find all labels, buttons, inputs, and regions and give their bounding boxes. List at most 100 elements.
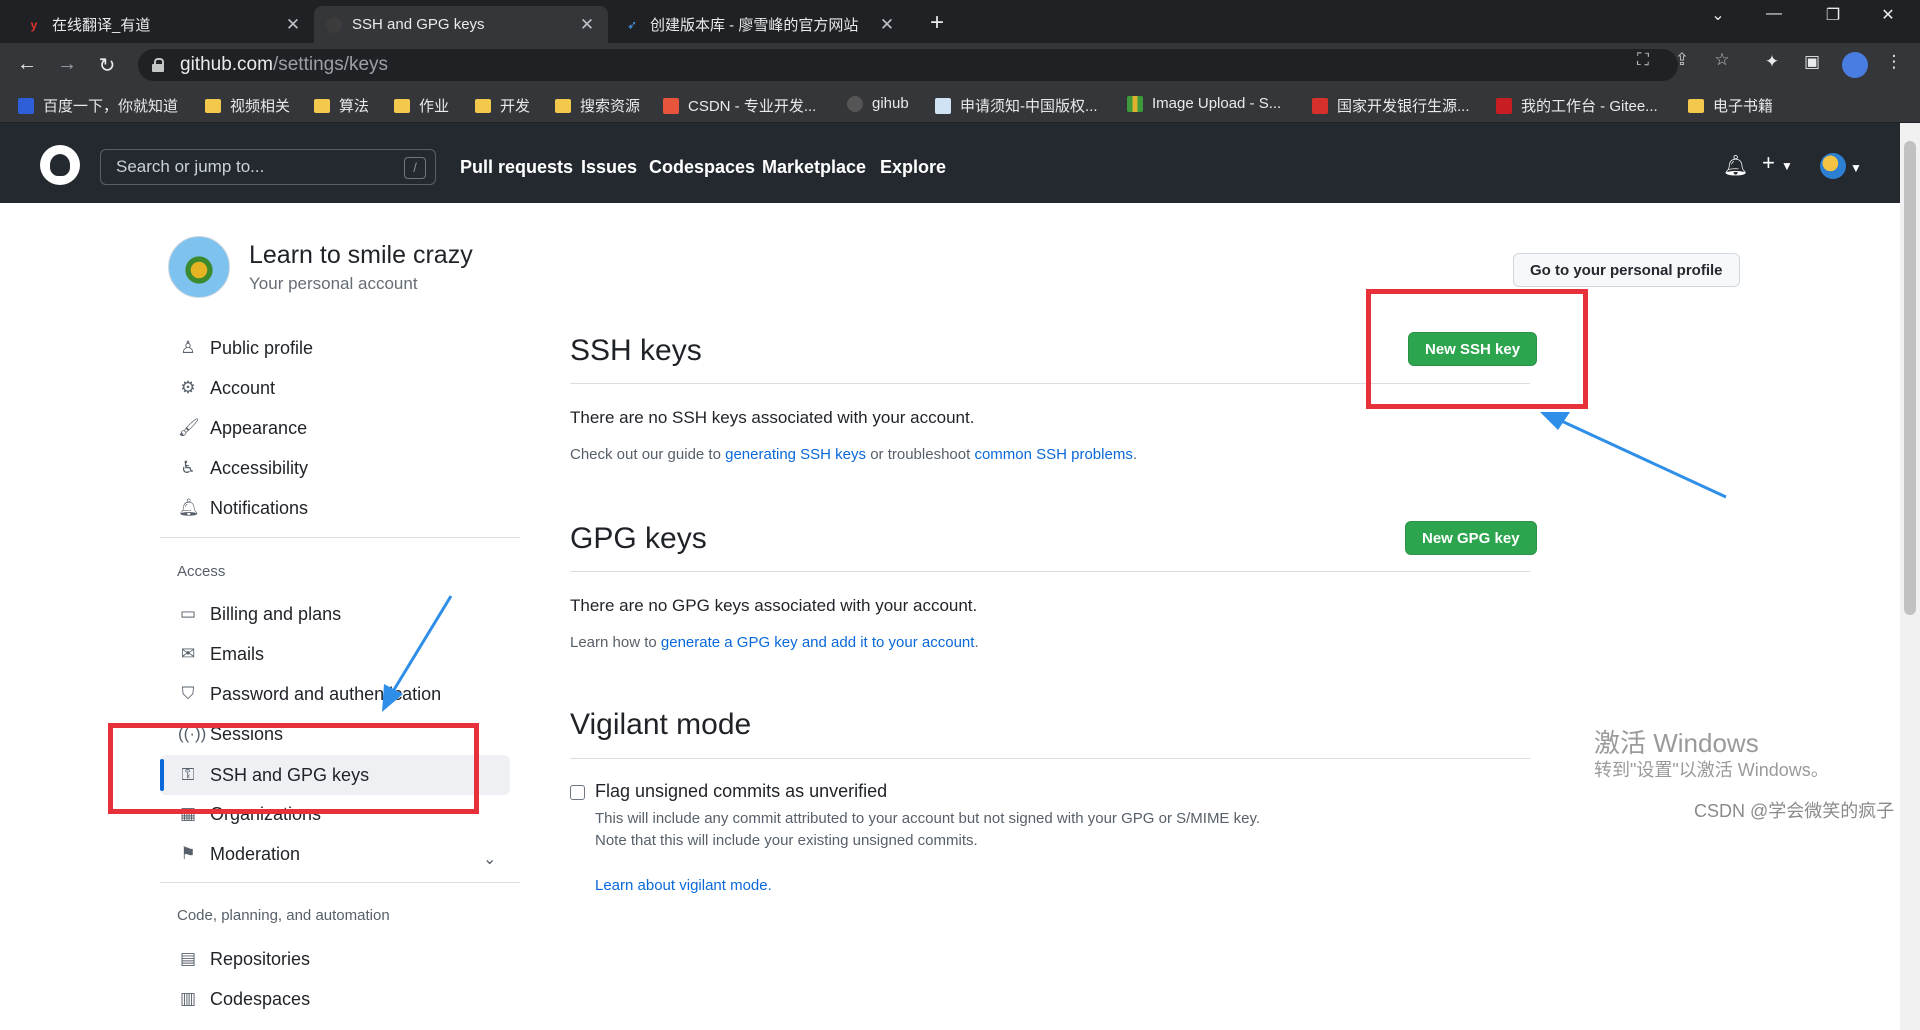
sidebar-item-repositories[interactable]: ▤ Repositories [178, 943, 310, 975]
settings-page: Learn to smile crazy Your personal accou… [0, 203, 1900, 1030]
sidebar-item-public-profile[interactable]: ♙ Public profile [178, 332, 313, 364]
sidebar-item-emails[interactable]: ✉ Emails [178, 638, 264, 670]
sidebar-item-moderation[interactable]: ⚑ Moderation [178, 838, 300, 870]
bookmark-item[interactable]: Image Upload - S... [1127, 95, 1281, 112]
nav-explore[interactable]: Explore [880, 157, 946, 178]
bookmark-label: 作业 [419, 98, 450, 115]
gpg-help-text: Learn how to generate a GPG key and add … [570, 634, 979, 651]
forward-icon[interactable]: → [54, 53, 80, 76]
shield-icon: ⛉ [181, 684, 195, 703]
restore-icon[interactable]: ❐ [1813, 5, 1853, 25]
new-gpg-key-button[interactable]: New GPG key [1405, 521, 1537, 555]
generate-gpg-key-link[interactable]: generate a GPG key and add it to your ac… [661, 634, 975, 651]
sidebar-item-billing[interactable]: ▭ Billing and plans [178, 598, 341, 630]
extensions-icon[interactable]: ✦ [1760, 52, 1784, 72]
sidebar-item-account[interactable]: ⚙ Account [178, 372, 275, 404]
tab-liaoxuefeng[interactable]: ➶ 创建版本库 - 廖雪峰的官方网站 ✕ [612, 6, 908, 43]
minimize-icon[interactable]: — [1754, 5, 1794, 23]
scrollbar-thumb[interactable] [1904, 141, 1916, 615]
gpg-help-prefix: Learn how to [570, 634, 661, 651]
bookmark-label: 申请须知-中国版权... [960, 98, 1098, 115]
chevron-down-icon: ▼ [1780, 159, 1793, 173]
chevron-down-icon[interactable]: ⌄ [483, 849, 496, 869]
sidebar-item-label: Appearance [210, 417, 308, 438]
github-logo-icon[interactable] [40, 145, 80, 185]
address-bar[interactable]: github.com/settings/keys [138, 49, 1678, 81]
account-name[interactable]: Learn to smile crazy [249, 241, 473, 270]
translate-icon[interactable]: ⛶ [1631, 50, 1655, 70]
generating-ssh-keys-link[interactable]: generating SSH keys [725, 446, 866, 463]
rocket-icon: ➶ [626, 17, 638, 32]
sidebar-item-password[interactable]: ⛉ Password and authentication [178, 678, 442, 710]
sidebar-item-notifications[interactable]: 🔔︎ Notifications [178, 492, 308, 524]
avatar[interactable] [1820, 153, 1846, 179]
common-ssh-problems-link[interactable]: common SSH problems [974, 446, 1132, 463]
bookmark-item[interactable]: 搜索资源 [555, 95, 640, 116]
ssh-help-suffix: . [1132, 446, 1137, 463]
bookmark-label: 搜索资源 [580, 98, 641, 115]
nav-pull-requests[interactable]: Pull requests [460, 157, 573, 178]
nav-marketplace[interactable]: Marketplace [762, 157, 866, 178]
chevron-down-icon[interactable]: ▼ [1850, 161, 1862, 175]
tab-search-icon[interactable]: ⌄ [1698, 5, 1738, 25]
folder-icon [555, 98, 571, 113]
flag-unsigned-commits-checkbox[interactable] [570, 785, 585, 800]
ssh-help-text: Check out our guide to generating SSH ke… [570, 446, 1137, 463]
close-icon[interactable]: ✕ [284, 15, 302, 35]
bookmark-label: CSDN - 专业开发... [688, 98, 817, 115]
scrollbar[interactable] [1900, 123, 1920, 1030]
bookmark-item[interactable]: CSDN - 专业开发... [663, 95, 816, 116]
go-to-profile-button[interactable]: Go to your personal profile [1513, 253, 1740, 287]
bookmark-label: 算法 [339, 98, 370, 115]
bookmark-item[interactable]: 申请须知-中国版权... [935, 95, 1098, 116]
close-window-icon[interactable]: ✕ [1868, 5, 1908, 25]
sidebar-item-label: Emails [210, 643, 265, 664]
share-icon[interactable]: ⇪ [1670, 50, 1694, 70]
bookmark-label: 我的工作台 - Gitee... [1521, 98, 1658, 115]
sidebar-item-codespaces[interactable]: ▥ Codespaces [178, 983, 310, 1015]
bookmark-item[interactable]: 电子书籍 [1688, 95, 1773, 116]
flag-unsigned-commits-label[interactable]: Flag unsigned commits as unverified [595, 781, 887, 802]
tab-ssh-gpg-keys[interactable]: SSH and GPG keys ✕ [314, 6, 608, 43]
browser-profile-avatar[interactable] [1842, 52, 1868, 78]
bookmark-item[interactable]: 我的工作台 - Gitee... [1496, 95, 1658, 116]
plus-icon: + [1762, 150, 1775, 175]
bookmark-item[interactable]: 作业 [394, 95, 449, 116]
sidebar-item-accessibility[interactable]: ♿︎ Accessibility [178, 452, 308, 484]
menu-icon[interactable]: ⋮ [1882, 52, 1906, 72]
bell-icon[interactable]: 🔔︎ [1723, 153, 1748, 178]
learn-vigilant-mode-link[interactable]: Learn about vigilant mode. [595, 877, 772, 894]
bookmark-item[interactable]: 视频相关 [205, 95, 290, 116]
bookmark-label: gihub [872, 95, 909, 112]
bookmark-star-icon[interactable]: ☆ [1710, 50, 1734, 70]
bookmark-item[interactable]: 百度一下，你就知道 [18, 95, 178, 116]
create-new-button[interactable]: + ▼ [1762, 150, 1793, 176]
reload-icon[interactable]: ↻ [94, 53, 120, 78]
back-icon[interactable]: ← [14, 53, 40, 76]
gpg-empty-message: There are no GPG keys associated with yo… [570, 596, 978, 615]
nav-codespaces[interactable]: Codespaces [649, 157, 755, 178]
tab-youdao[interactable]: y 在线翻译_有道 ✕ [14, 6, 314, 43]
bookmark-item[interactable]: 算法 [314, 95, 369, 116]
lock-icon[interactable] [152, 58, 166, 72]
github-header: Search or jump to... / Pull requests Iss… [0, 123, 1900, 203]
side-panel-icon[interactable]: ▣ [1800, 52, 1824, 72]
windows-activation-subtitle: 转到"设置"以激活 Windows。 [1594, 760, 1829, 780]
bookmark-item[interactable]: gihub [847, 95, 909, 112]
github-icon [326, 16, 342, 33]
accessibility-icon: ♿︎ [180, 458, 196, 477]
sidebar-item-appearance[interactable]: 🖌︎ Appearance [178, 412, 307, 444]
close-icon[interactable]: ✕ [878, 15, 896, 35]
close-icon[interactable]: ✕ [578, 15, 596, 35]
bookmark-item[interactable]: 国家开发银行生源... [1312, 95, 1470, 116]
bookmark-item[interactable]: 开发 [475, 95, 530, 116]
new-tab-button[interactable]: + [924, 9, 950, 37]
annotation-red-box [1366, 289, 1588, 409]
sidebar-item-label: Codespaces [210, 988, 311, 1009]
repo-icon: ▤ [179, 949, 197, 968]
folder-icon [1688, 98, 1704, 113]
bookmarks-bar: 百度一下，你就知道 视频相关 算法 作业 开发 搜索资源 CSDN - 专业开发… [0, 87, 1920, 123]
search-input[interactable]: Search or jump to... / [100, 149, 436, 185]
gear-icon: ⚙ [180, 378, 196, 397]
nav-issues[interactable]: Issues [581, 157, 637, 178]
